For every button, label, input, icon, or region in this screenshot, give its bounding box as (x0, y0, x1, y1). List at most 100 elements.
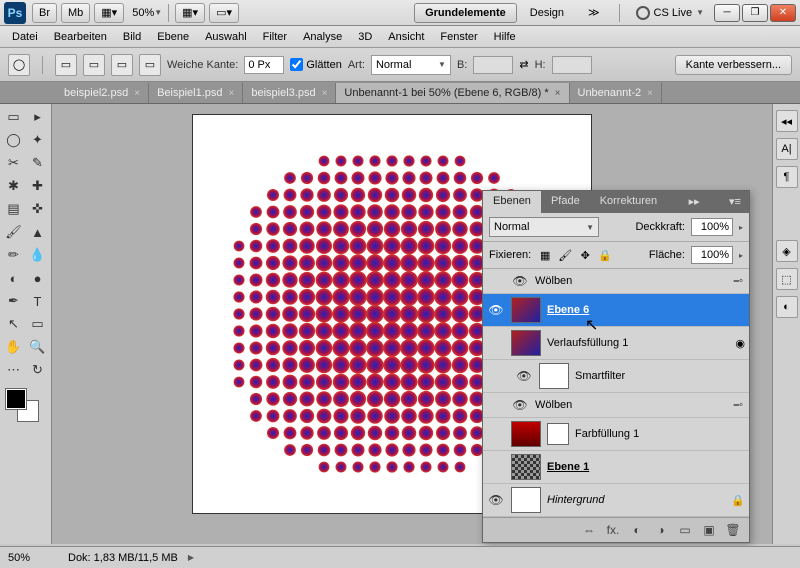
tab-adjustments[interactable]: Korrekturen (590, 191, 667, 213)
doc-tab[interactable]: Beispiel1.psd× (149, 83, 243, 103)
status-zoom[interactable]: 50% (8, 552, 58, 564)
swap-dims-icon[interactable]: ⇄ (519, 58, 528, 71)
tool-gradient[interactable]: ✏ (2, 244, 25, 266)
workspace-design[interactable]: Design (519, 3, 575, 23)
layer-ebene-6[interactable]: 👁 Ebene 6 (483, 294, 749, 327)
lock-all-icon[interactable]: 🔒 (597, 247, 613, 263)
visibility-eye-icon[interactable]: 👁 (511, 396, 529, 414)
smart-filter-header[interactable]: 👁 Wölben ⎯◦ (483, 269, 749, 294)
tab-layers[interactable]: Ebenen (483, 191, 541, 213)
tool-move[interactable]: ▸ (26, 106, 49, 128)
panel-chevrons-icon[interactable]: ▸▸ (681, 191, 708, 213)
inner-restore-button[interactable]: ❐ (742, 4, 768, 22)
tool-burn[interactable]: ● (26, 267, 49, 289)
tool-healing[interactable]: ✱ (2, 175, 25, 197)
tool-hand[interactable]: ✋ (2, 336, 25, 358)
visibility-eye-icon[interactable]: 👁 (511, 272, 529, 290)
inner-minimize-button[interactable]: ─ (714, 4, 740, 22)
tool-shape[interactable]: ▭ (26, 313, 49, 335)
menu-ansicht[interactable]: Ansicht (380, 28, 432, 46)
tool-magic-wand[interactable]: ✦ (26, 129, 49, 151)
filter-edit-icon[interactable]: ⎯◦ (734, 399, 743, 412)
workspace-grundelemente[interactable]: Grundelemente (414, 3, 517, 23)
height-input[interactable] (552, 56, 592, 74)
visibility-eye-icon[interactable]: 👁 (515, 367, 533, 385)
expand-dock-icon[interactable]: ◂◂ (776, 110, 798, 132)
lock-transparency-icon[interactable]: ▦ (537, 247, 553, 263)
width-input[interactable] (473, 56, 513, 74)
dock-icon-3[interactable]: ◐ (776, 296, 798, 318)
antialias-checkbox[interactable]: Glätten (290, 58, 341, 71)
current-tool-icon[interactable]: ◯ (8, 54, 30, 76)
blend-mode-select[interactable]: Normal▼ (489, 217, 599, 237)
arrange-docs-button[interactable]: ▦▾ (175, 3, 205, 23)
visibility-eye-icon[interactable] (487, 425, 505, 443)
tool-eyedropper[interactable]: ✎ (26, 152, 49, 174)
tool-marquee[interactable]: ▭ (2, 106, 25, 128)
cs-live-button[interactable]: CS Live▼ (636, 6, 704, 20)
tool-brush[interactable]: ▤ (2, 198, 25, 220)
tool-blur[interactable]: 💧 (26, 244, 49, 266)
visibility-eye-icon[interactable]: 👁 (487, 491, 505, 509)
color-swatches[interactable] (2, 387, 49, 421)
layer-thumbnail[interactable] (511, 297, 541, 323)
menu-3d[interactable]: 3D (350, 28, 380, 46)
tool-lasso[interactable]: ◯ (2, 129, 25, 151)
opacity-input[interactable] (691, 218, 733, 236)
layer-group-icon[interactable]: ▭ (677, 522, 693, 538)
doc-tab[interactable]: beispiel2.psd× (56, 83, 149, 103)
filter-woelben-entry[interactable]: 👁 Wölben ⎯◦ (483, 393, 749, 418)
tool-spot[interactable]: ✚ (26, 175, 49, 197)
layer-thumbnail[interactable] (511, 421, 541, 447)
menu-filter[interactable]: Filter (255, 28, 295, 46)
menu-ebene[interactable]: Ebene (149, 28, 197, 46)
menu-fenster[interactable]: Fenster (432, 28, 485, 46)
subtract-selection-icon[interactable]: ▭ (111, 54, 133, 76)
visibility-eye-icon[interactable] (487, 334, 505, 352)
visibility-eye-icon[interactable] (487, 458, 505, 476)
screen-mode-button[interactable]: ▭▾ (209, 3, 239, 23)
menu-hilfe[interactable]: Hilfe (486, 28, 524, 46)
character-panel-icon[interactable]: A| (776, 138, 798, 160)
tool-eraser[interactable]: ▲ (26, 221, 49, 243)
inner-close-button[interactable]: ✕ (770, 4, 796, 22)
tab-close-icon[interactable]: × (322, 88, 328, 99)
zoom-level-select[interactable]: 50% ▼ (132, 7, 162, 19)
doc-tab[interactable]: Unbenannt-1 bei 50% (Ebene 6, RGB/8) *× (336, 83, 569, 103)
style-select[interactable]: Normal▼ (371, 55, 451, 75)
intersect-selection-icon[interactable]: ▭ (139, 54, 161, 76)
feather-input[interactable] (244, 56, 284, 74)
adjustment-layer-icon[interactable]: ◑ (653, 522, 669, 538)
tab-paths[interactable]: Pfade (541, 191, 590, 213)
paragraph-panel-icon[interactable]: ¶ (776, 166, 798, 188)
fill-input[interactable] (691, 246, 733, 264)
tool-path-select[interactable]: ↖ (2, 313, 25, 335)
opacity-slider-icon[interactable]: ▸ (739, 223, 743, 232)
foreground-color-swatch[interactable] (6, 389, 26, 409)
menu-analyse[interactable]: Analyse (295, 28, 350, 46)
bridge-button[interactable]: Br (32, 3, 57, 23)
lock-position-icon[interactable]: ✥ (577, 247, 593, 263)
fill-slider-icon[interactable]: ▸ (739, 251, 743, 260)
lock-pixels-icon[interactable]: 🖌 (557, 247, 573, 263)
layer-thumbnail[interactable] (511, 330, 541, 356)
doc-tab[interactable]: Unbenannt-2× (570, 83, 662, 103)
tab-close-icon[interactable]: × (134, 88, 140, 99)
layer-hintergrund[interactable]: 👁 Hintergrund 🔒 (483, 484, 749, 517)
doc-tab[interactable]: beispiel3.psd× (243, 83, 336, 103)
tool-dodge[interactable]: ◐ (2, 267, 25, 289)
layer-smartfilter[interactable]: 👁 Smartfilter (483, 360, 749, 393)
tool-pen[interactable]: ✒ (2, 290, 25, 312)
add-selection-icon[interactable]: ▭ (83, 54, 105, 76)
panel-menu-icon[interactable]: ▾≡ (721, 191, 749, 213)
tab-close-icon[interactable]: × (229, 88, 235, 99)
layer-mask-thumbnail[interactable] (547, 423, 569, 445)
link-layers-icon[interactable]: ⇔ (581, 522, 597, 538)
menu-auswahl[interactable]: Auswahl (197, 28, 255, 46)
layers-dock-icon[interactable]: ◈ (776, 240, 798, 262)
layer-fx-icon[interactable]: fx. (605, 522, 621, 538)
minibridge-button[interactable]: Mb (61, 3, 90, 23)
status-menu-icon[interactable]: ▶ (188, 553, 194, 562)
layer-thumbnail[interactable] (511, 487, 541, 513)
layer-mask-icon[interactable]: ◐ (629, 522, 645, 538)
